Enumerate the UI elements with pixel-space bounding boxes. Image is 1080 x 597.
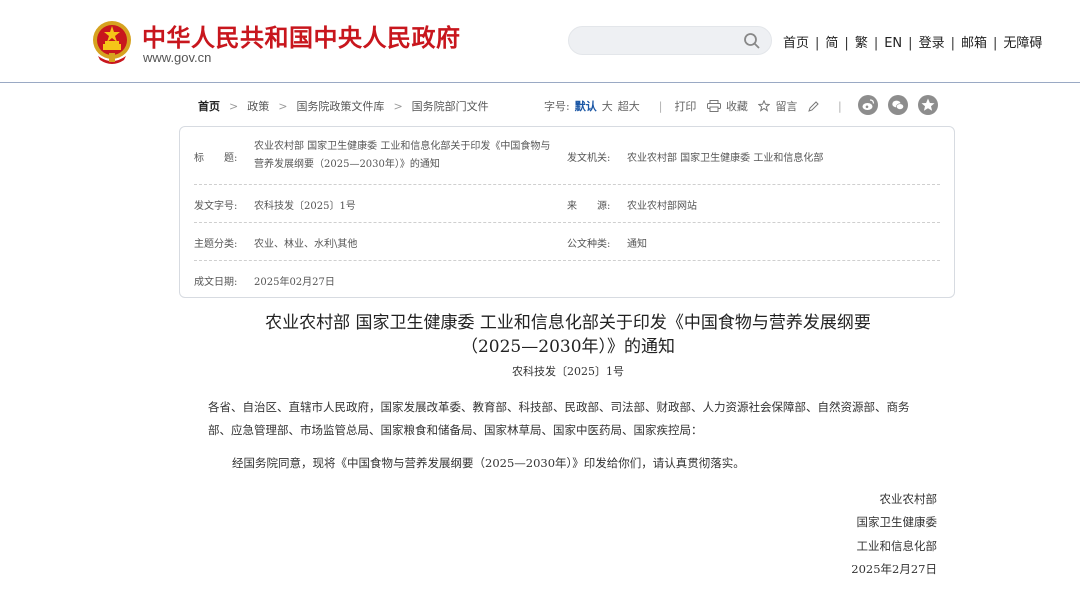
national-emblem-icon[interactable] <box>92 20 132 64</box>
wechat-icon[interactable] <box>888 95 908 115</box>
document-title-line1: 农业农村部 国家卫生健康委 工业和信息化部关于印发《中国食物与营养发展纲要 <box>265 313 871 333</box>
signature-moa: 农业农村部 <box>879 492 938 506</box>
issuer-label: 发文机关: <box>567 153 611 164</box>
source-value: 农业农村部网站 <box>627 201 697 212</box>
subject-label: 主题分类: <box>194 239 238 250</box>
chevron-right-icon: > <box>278 100 288 113</box>
top-nav: 首页 | 简 | 繁 | EN | 登录 | 邮箱 | 无障碍 <box>783 32 1042 51</box>
nav-separator: | <box>815 36 820 51</box>
signature-miit: 工业和信息化部 <box>856 539 938 553</box>
print-button[interactable]: 打印 <box>674 100 721 113</box>
signature-date: 2025年2月27日 <box>851 562 937 576</box>
breadcrumb-home[interactable]: 首页 <box>198 100 220 113</box>
tools-divider: | <box>837 100 842 113</box>
title-value: 农业农村部 国家卫生健康委 工业和信息化部关于印发《中国食物与营养发展纲要（20… <box>254 141 551 170</box>
breadcrumb: 首页 > 政策 > 国务院政策文件库 > 国务院部门文件 <box>198 98 489 114</box>
date-label: 成文日期: <box>194 277 238 288</box>
nav-simplified[interactable]: 简 <box>825 36 838 51</box>
nav-login[interactable]: 登录 <box>919 36 945 51</box>
document-title: 农业农村部 国家卫生健康委 工业和信息化部关于印发《中国食物与营养发展纲要 （2… <box>180 311 956 359</box>
tools-divider: | <box>658 100 663 113</box>
chevron-right-icon: > <box>229 100 239 113</box>
source-label: 来 源: <box>567 201 611 212</box>
star-icon <box>758 100 771 112</box>
info-row-subject: 主题分类: 农业、林业、水利\其他 公文种类: 通知 <box>194 223 940 261</box>
doc-number-value: 农科技发〔2025〕1号 <box>254 201 356 212</box>
doc-type-label: 公文种类: <box>567 239 611 250</box>
nav-english[interactable]: EN <box>884 36 902 51</box>
info-row-date: 成文日期: 2025年02月27日 <box>194 261 940 297</box>
document-recipients: 各省、自治区、直辖市人民政府，国家发展改革委、教育部、科技部、民政部、司法部、财… <box>208 400 910 437</box>
font-size-xlarge[interactable]: 超大 <box>618 100 640 113</box>
favorite-label: 收藏 <box>725 100 748 113</box>
nav-home[interactable]: 首页 <box>783 36 809 51</box>
favorite-button[interactable]: 收藏 <box>726 100 771 113</box>
print-icon <box>706 100 721 112</box>
signature-nhc: 国家卫生健康委 <box>856 515 938 529</box>
site-header: 中华人民共和国中央人民政府 www.gov.cn 首页 | 简 | 繁 | EN | 登录 | 邮箱… <box>0 0 1080 83</box>
qzone-icon[interactable] <box>918 95 938 115</box>
doc-type-value: 通知 <box>627 239 647 250</box>
site-domain: www.gov.cn <box>143 50 212 65</box>
nav-separator: | <box>908 36 913 51</box>
font-size-label: 字号: <box>544 100 570 113</box>
info-row-number: 发文字号: 农科技发〔2025〕1号 来 源: 农业农村部网站 <box>194 185 940 223</box>
info-row-title: 标 题: 农业农村部 国家卫生健康委 工业和信息化部关于印发《中国食物与营养发展… <box>194 127 940 185</box>
font-size-default[interactable]: 默认 <box>575 100 597 113</box>
nav-mailbox[interactable]: 邮箱 <box>961 36 987 51</box>
chevron-right-icon: > <box>393 100 403 113</box>
title-label: 标 题: <box>194 153 238 164</box>
nav-accessibility[interactable]: 无障碍 <box>1003 36 1042 51</box>
document-number: 农科技发〔2025〕1号 <box>512 365 624 378</box>
document-body-paragraph: 经国务院同意，现将《中国食物与营养发展纲要（2025—2030年）》印发给你们，… <box>232 456 745 470</box>
document-info-box: 标 题: 农业农村部 国家卫生健康委 工业和信息化部关于印发《中国食物与营养发展… <box>179 126 955 298</box>
breadcrumb-policy-library[interactable]: 国务院政策文件库 <box>296 100 384 113</box>
comment-button[interactable]: 留言 <box>775 100 819 113</box>
comment-label: 留言 <box>775 100 798 113</box>
nav-separator: | <box>992 36 998 51</box>
breadcrumb-department-docs[interactable]: 国务院部门文件 <box>412 100 489 113</box>
search-input[interactable] <box>583 32 733 50</box>
search-icon[interactable] <box>743 32 761 50</box>
search-box[interactable] <box>568 26 772 55</box>
weibo-icon[interactable] <box>858 95 878 115</box>
date-value: 2025年02月27日 <box>254 277 335 288</box>
nav-separator: | <box>844 36 849 51</box>
print-label: 打印 <box>674 100 697 113</box>
nav-separator: | <box>950 36 955 51</box>
nav-traditional[interactable]: 繁 <box>855 36 868 51</box>
breadcrumb-policy[interactable]: 政策 <box>247 100 269 113</box>
nav-separator: | <box>873 36 879 51</box>
subject-value: 农业、林业、水利\其他 <box>254 239 358 250</box>
site-title[interactable]: 中华人民共和国中央人民政府 <box>142 18 461 53</box>
doc-number-label: 发文字号: <box>194 201 238 212</box>
pencil-icon <box>808 101 819 112</box>
font-size-large[interactable]: 大 <box>602 100 613 113</box>
article-tools: 字号: 默认大超大 | 打印 收藏 留言 | <box>544 98 854 114</box>
document-title-line2: （2025—2030年）》的通知 <box>460 337 676 357</box>
issuer-value: 农业农村部 国家卫生健康委 工业和信息化部 <box>627 153 824 164</box>
